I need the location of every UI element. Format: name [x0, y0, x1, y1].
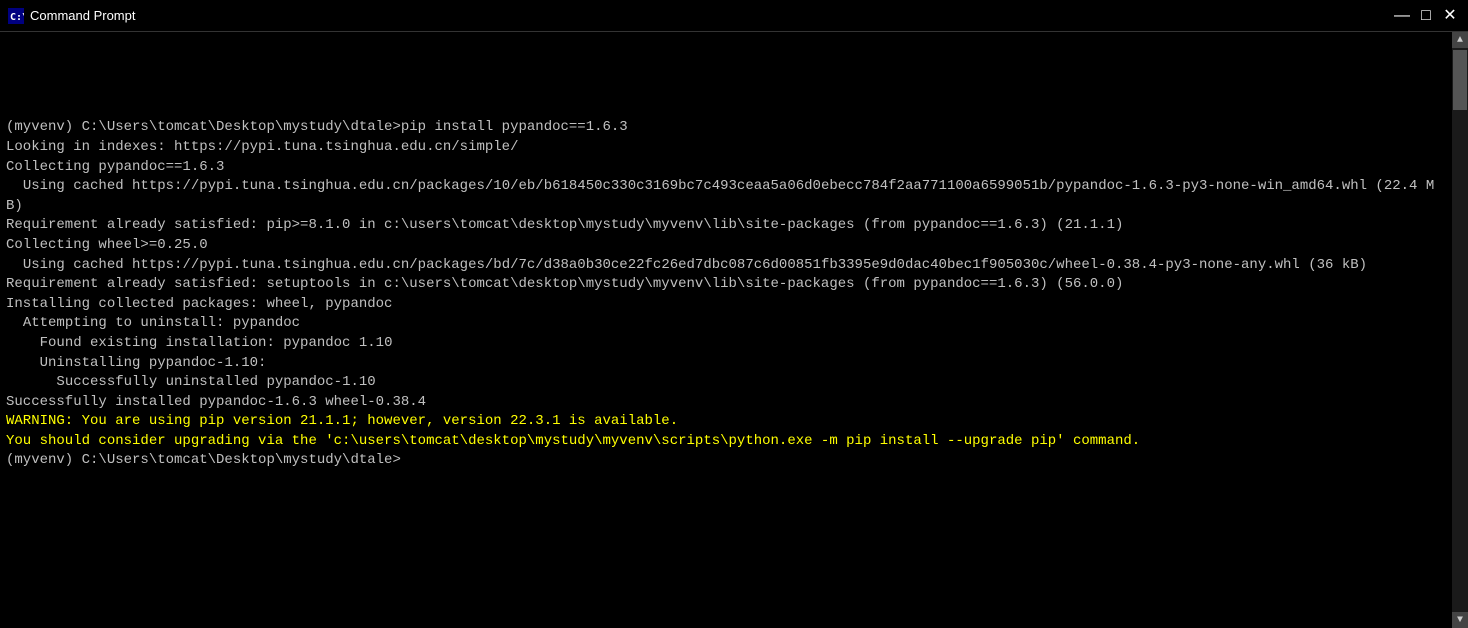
terminal-line: Attempting to uninstall: pypandoc [6, 314, 1446, 334]
window: C:\ Command Prompt — □ ✕ (myvenv) C:\Use… [0, 0, 1468, 628]
scrollbar[interactable]: ▲ ▼ [1452, 32, 1468, 628]
title-bar-left: C:\ Command Prompt [8, 8, 135, 24]
terminal-line: WARNING: You are using pip version 21.1.… [6, 412, 1446, 432]
terminal-line: (myvenv) C:\Users\tomcat\Desktop\mystudy… [6, 451, 1446, 471]
terminal-line: Looking in indexes: https://pypi.tuna.ts… [6, 138, 1446, 158]
terminal-line: Uninstalling pypandoc-1.10: [6, 354, 1446, 374]
terminal-line: Requirement already satisfied: setuptool… [6, 275, 1446, 295]
terminal-line: (myvenv) C:\Users\tomcat\Desktop\mystudy… [6, 118, 1446, 138]
minimize-button[interactable]: — [1392, 6, 1412, 26]
scroll-up-arrow[interactable]: ▲ [1452, 32, 1468, 48]
terminal-line: Collecting pypandoc==1.6.3 [6, 158, 1446, 178]
terminal-line: Using cached https://pypi.tuna.tsinghua.… [6, 177, 1446, 216]
maximize-button[interactable]: □ [1416, 6, 1436, 26]
terminal[interactable]: (myvenv) C:\Users\tomcat\Desktop\mystudy… [0, 32, 1452, 628]
terminal-line: Collecting wheel>=0.25.0 [6, 236, 1446, 256]
title-bar: C:\ Command Prompt — □ ✕ [0, 0, 1468, 32]
terminal-content: (myvenv) C:\Users\tomcat\Desktop\mystudy… [6, 79, 1446, 628]
title-bar-controls: — □ ✕ [1392, 6, 1460, 26]
close-button[interactable]: ✕ [1440, 6, 1460, 26]
scrollbar-thumb[interactable] [1453, 50, 1467, 110]
terminal-line: Found existing installation: pypandoc 1.… [6, 334, 1446, 354]
terminal-line: Requirement already satisfied: pip>=8.1.… [6, 216, 1446, 236]
terminal-line: Using cached https://pypi.tuna.tsinghua.… [6, 256, 1446, 276]
scroll-down-arrow[interactable]: ▼ [1452, 612, 1468, 628]
terminal-line: Successfully installed pypandoc-1.6.3 wh… [6, 393, 1446, 413]
terminal-line: You should consider upgrading via the 'c… [6, 432, 1446, 452]
terminal-line: Successfully uninstalled pypandoc-1.10 [6, 373, 1446, 393]
scrollbar-track[interactable] [1452, 48, 1468, 612]
content-area: (myvenv) C:\Users\tomcat\Desktop\mystudy… [0, 32, 1468, 628]
svg-text:C:\: C:\ [10, 12, 24, 23]
terminal-line: Installing collected packages: wheel, py… [6, 295, 1446, 315]
cmd-icon: C:\ [8, 8, 24, 24]
window-title: Command Prompt [30, 8, 135, 23]
